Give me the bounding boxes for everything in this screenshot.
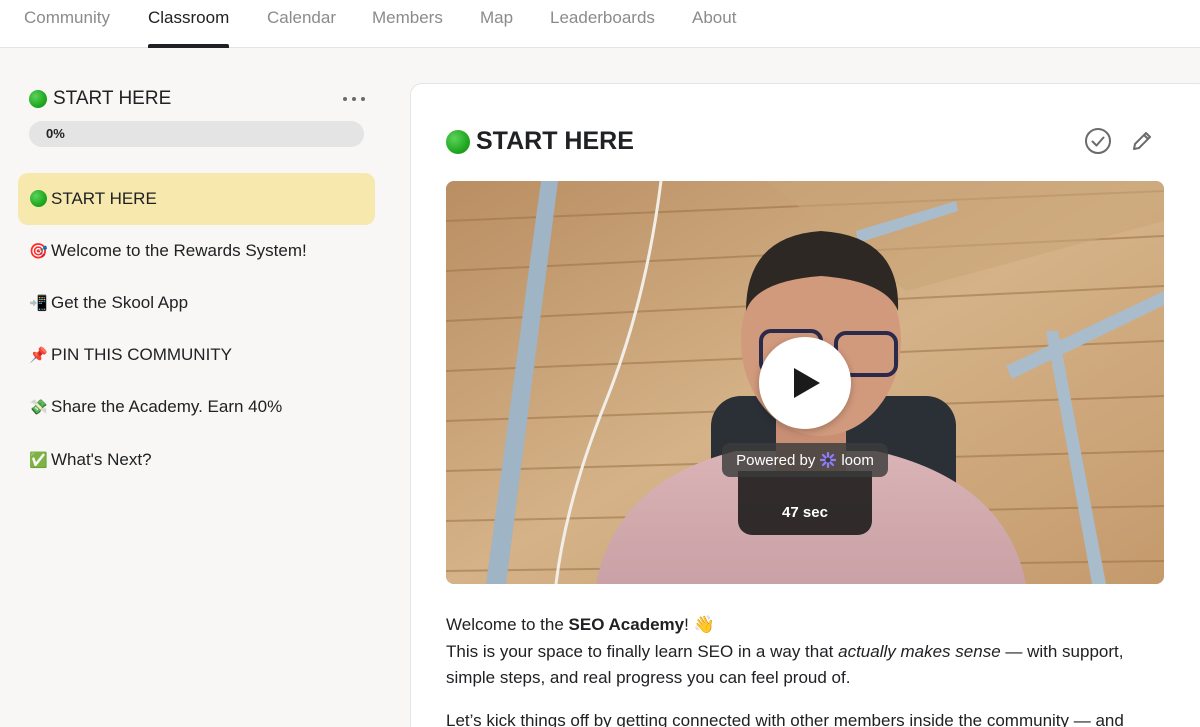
lesson-item-skool-app[interactable]: 📲 Get the Skool App — [18, 277, 375, 329]
tab-label: Members — [372, 8, 443, 27]
intro-line: This is your space to finally learn SEO … — [446, 639, 1166, 692]
lesson-label: What's Next? — [51, 450, 152, 469]
lesson-label: Share the Academy. Earn 40% — [51, 397, 283, 416]
progress-bar: 0% — [29, 121, 364, 147]
module-title-text: START HERE — [53, 88, 172, 109]
lesson-item-pin-community[interactable]: 📌 PIN THIS COMMUNITY — [18, 329, 375, 381]
tab-label: Leaderboards — [550, 8, 655, 27]
play-icon — [794, 368, 820, 398]
tab-label: Calendar — [267, 8, 336, 27]
target-icon: 🎯 — [29, 243, 48, 260]
lesson-label: START HERE — [51, 189, 157, 208]
lesson-description: Welcome to the SEO Academy! 👋 This is yo… — [446, 612, 1166, 727]
active-tab-indicator — [148, 44, 230, 48]
intro-prefix: This is your space to finally learn SEO … — [446, 641, 839, 661]
lesson-label: Welcome to the Rewards System! — [51, 241, 307, 260]
welcome-suffix: ! 👋 — [684, 615, 715, 634]
pushpin-icon: 📌 — [29, 347, 48, 364]
module-title[interactable]: START HERE — [29, 88, 171, 110]
tab-about[interactable]: About — [692, 0, 736, 48]
more-options-icon[interactable] — [343, 92, 365, 106]
tab-label: Classroom — [148, 8, 230, 27]
lesson-label: Get the Skool App — [51, 293, 189, 312]
loom-brand-text: loom — [841, 451, 874, 469]
page-title: START HERE — [446, 127, 634, 156]
tab-leaderboards[interactable]: Leaderboards — [550, 0, 655, 48]
lesson-item-start-here[interactable]: START HERE — [18, 173, 375, 225]
video-player[interactable]: 47 sec Powered by loom — [446, 181, 1164, 584]
tab-members[interactable]: Members — [372, 0, 443, 48]
academy-name: SEO Academy — [568, 615, 685, 634]
tab-community[interactable]: Community — [24, 0, 110, 48]
money-icon: 💸 — [29, 399, 48, 416]
welcome-line: Welcome to the SEO Academy! 👋 — [446, 612, 1166, 639]
lesson-item-whats-next[interactable]: ✅ What's Next? — [18, 434, 375, 486]
phone-icon: 📲 — [29, 295, 48, 312]
lesson-item-share-academy[interactable]: 💸 Share the Academy. Earn 40% — [18, 381, 375, 433]
lesson-label: PIN THIS COMMUNITY — [51, 345, 233, 364]
tab-label: About — [692, 8, 737, 27]
green-circle-icon — [29, 90, 47, 108]
loom-logo-icon — [820, 451, 837, 469]
green-circle-icon — [29, 190, 47, 208]
tab-classroom[interactable]: Classroom — [148, 0, 230, 48]
tab-label: Map — [480, 8, 514, 27]
video-duration: 47 sec — [738, 471, 872, 535]
powered-by-loom-badge[interactable]: Powered by loom — [722, 443, 888, 477]
mark-complete-icon[interactable] — [1083, 126, 1113, 156]
check-mark-icon: ✅ — [29, 452, 48, 469]
green-circle-icon — [446, 129, 470, 154]
lesson-item-rewards[interactable]: 🎯 Welcome to the Rewards System! — [18, 225, 375, 277]
tab-calendar[interactable]: Calendar — [267, 0, 336, 48]
intro-emphasis: actually makes sense — [838, 641, 1001, 661]
page-title-text: START HERE — [476, 127, 634, 155]
kickoff-paragraph: Let’s kick things off by getting connect… — [446, 710, 1124, 727]
tab-label: Community — [24, 8, 110, 27]
duration-text: 47 sec — [782, 504, 828, 521]
progress-label: 0% — [46, 126, 65, 141]
powered-by-text: Powered by — [736, 451, 816, 469]
edit-pencil-icon[interactable] — [1127, 126, 1157, 156]
tab-map[interactable]: Map — [480, 0, 513, 48]
play-button[interactable] — [759, 337, 851, 429]
welcome-prefix: Welcome to the — [446, 615, 569, 634]
top-nav: Community Classroom Calendar Members Map… — [0, 0, 1200, 48]
